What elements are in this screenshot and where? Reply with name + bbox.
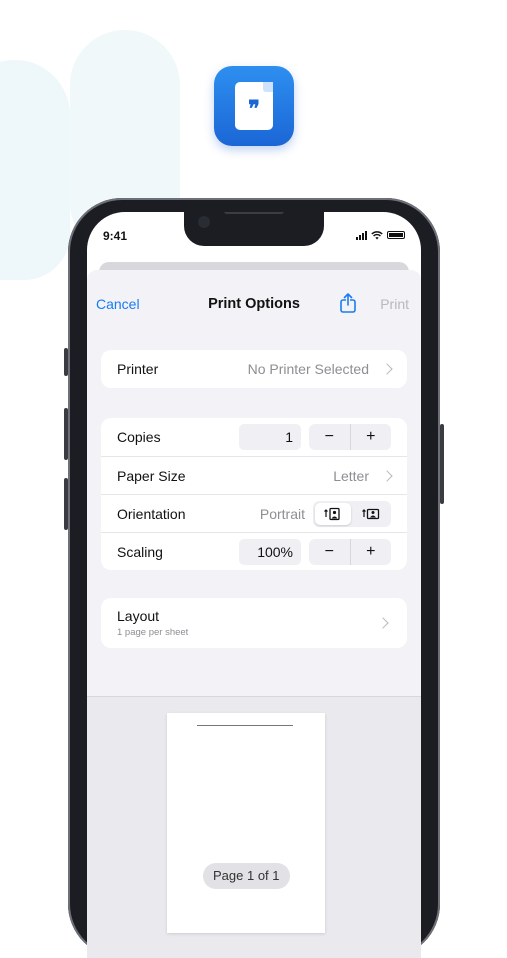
chevron-right-icon xyxy=(381,363,393,375)
print-options-sheet: Cancel Print Options Print Printer No Pr… xyxy=(87,270,421,958)
app-icon: ❞ xyxy=(214,66,294,146)
preview-page[interactable] xyxy=(167,713,325,933)
quote-document-icon: ❞ xyxy=(235,82,273,130)
chevron-right-icon xyxy=(381,469,393,482)
print-preview-area: Page 1 of 1 xyxy=(87,696,421,958)
print-button[interactable]: Print xyxy=(380,296,409,312)
scaling-field[interactable]: 100% xyxy=(239,538,301,565)
layout-subtitle: 1 page per sheet xyxy=(117,627,189,638)
layout-label: Layout xyxy=(117,608,160,624)
scaling-label: Scaling xyxy=(117,543,163,560)
printer-group: Printer No Printer Selected xyxy=(101,350,407,388)
layout-row[interactable]: Layout 1 page per sheet xyxy=(101,598,407,648)
phone-frame: 9:41 Cancel Print Options Print Printer … xyxy=(64,198,444,958)
orientation-value: Portrait xyxy=(259,505,305,522)
portrait-orientation-button[interactable] xyxy=(315,502,351,525)
nav-bar: Cancel Print Options Print xyxy=(87,270,421,320)
copies-plus-button[interactable]: + xyxy=(351,424,392,450)
preview-text-line xyxy=(197,723,293,727)
scaling-row: Scaling 100% − + xyxy=(101,532,407,570)
scaling-plus-button[interactable]: + xyxy=(351,539,392,565)
paper-size-value: Letter xyxy=(333,467,369,484)
printer-value: No Printer Selected xyxy=(247,361,369,377)
share-icon[interactable] xyxy=(337,292,359,314)
printer-label: Printer xyxy=(117,361,159,377)
paper-size-label: Paper Size xyxy=(117,467,186,484)
phone-screen: 9:41 Cancel Print Options Print Printer … xyxy=(87,212,421,958)
scaling-stepper: − + xyxy=(309,538,392,565)
copies-label: Copies xyxy=(117,429,161,445)
copies-row: Copies 1 − + xyxy=(101,418,407,456)
wifi-icon xyxy=(371,230,383,239)
notch xyxy=(184,212,324,246)
page-indicator: Page 1 of 1 xyxy=(203,863,290,889)
portrait-orientation-icon xyxy=(324,507,340,520)
chevron-right-icon xyxy=(377,617,389,629)
orientation-label: Orientation xyxy=(117,505,186,522)
orientation-segmented-control xyxy=(313,500,391,527)
copies-minus-button[interactable]: − xyxy=(309,424,351,450)
copies-field[interactable]: 1 xyxy=(239,424,301,450)
scaling-minus-button[interactable]: − xyxy=(309,538,351,565)
page-title: Print Options xyxy=(208,296,300,312)
cellular-signal-icon xyxy=(356,230,367,240)
printer-row[interactable]: Printer No Printer Selected xyxy=(101,350,407,388)
layout-group: Layout 1 page per sheet xyxy=(101,598,407,648)
battery-icon xyxy=(387,231,405,239)
copies-stepper: − + xyxy=(309,424,391,450)
status-time: 9:41 xyxy=(103,229,128,243)
landscape-orientation-button[interactable] xyxy=(353,503,389,525)
paper-size-row[interactable]: Paper Size Letter xyxy=(101,456,407,494)
settings-group: Copies 1 − + Paper Size Letter Orientati… xyxy=(101,418,407,570)
landscape-orientation-icon xyxy=(362,508,380,519)
orientation-row: Orientation Portrait xyxy=(101,494,407,532)
